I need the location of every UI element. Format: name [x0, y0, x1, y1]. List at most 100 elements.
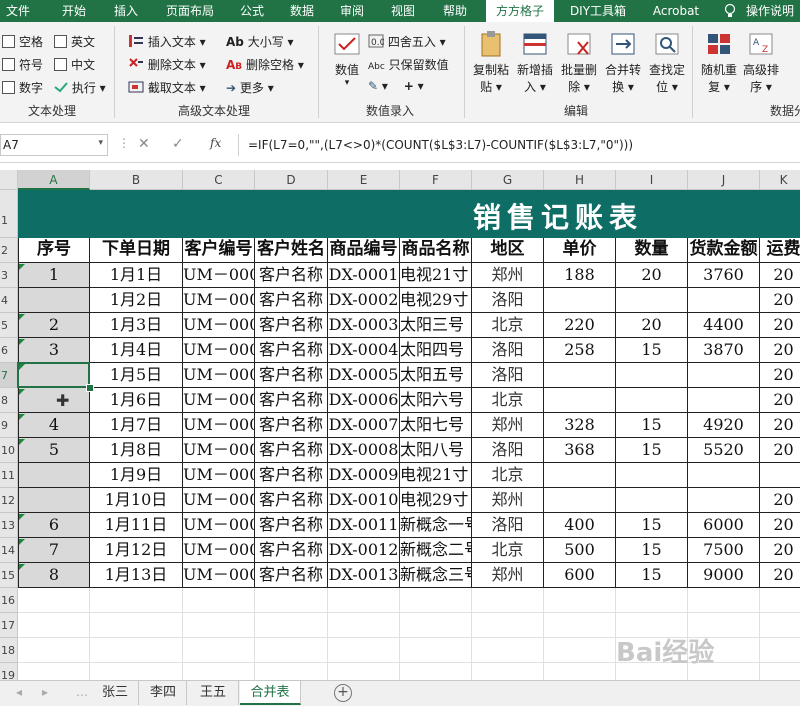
- row-header[interactable]: 7: [0, 363, 18, 388]
- column-header[interactable]: E: [328, 170, 400, 190]
- table-cell[interactable]: [688, 388, 760, 413]
- empty-cell[interactable]: [472, 613, 544, 638]
- row-header[interactable]: 1: [0, 190, 18, 238]
- empty-cell[interactable]: [328, 613, 400, 638]
- table-cell[interactable]: 太阳四号: [400, 338, 472, 363]
- table-cell[interactable]: UM－000: [183, 288, 255, 313]
- chevron-down-icon[interactable]: ▾: [98, 138, 103, 148]
- table-cell[interactable]: [688, 463, 760, 488]
- row-header[interactable]: 5: [0, 313, 18, 338]
- tab-insert[interactable]: 插入: [106, 0, 146, 22]
- table-cell[interactable]: 4400: [688, 313, 760, 338]
- table-cell[interactable]: 1月2日: [90, 288, 183, 313]
- table-cell[interactable]: [18, 288, 90, 313]
- empty-cell[interactable]: [18, 663, 90, 680]
- table-cell[interactable]: 3870: [688, 338, 760, 363]
- value-button[interactable]: 数值 ▾: [332, 30, 362, 88]
- row-header[interactable]: 18: [0, 638, 18, 663]
- tab-review[interactable]: 审阅: [332, 0, 372, 22]
- table-cell[interactable]: 客户名称: [255, 463, 328, 488]
- table-cell[interactable]: 20: [760, 413, 800, 438]
- advanced-sort-button[interactable]: AZ 高级排 序 ▾: [742, 30, 780, 95]
- table-cell[interactable]: UM－000: [183, 563, 255, 588]
- table-cell[interactable]: 洛阳: [472, 363, 544, 388]
- table-cell[interactable]: 1月8日: [90, 438, 183, 463]
- empty-cell[interactable]: [183, 588, 255, 613]
- table-cell[interactable]: UM－000: [183, 488, 255, 513]
- find-locate-button[interactable]: 查找定 位 ▾: [648, 30, 686, 95]
- checkbox-symbol[interactable]: 符号: [2, 56, 43, 73]
- empty-cell[interactable]: [90, 663, 183, 680]
- tab-formulas[interactable]: 公式: [232, 0, 272, 22]
- tab-view[interactable]: 视图: [383, 0, 423, 22]
- empty-cell[interactable]: [90, 588, 183, 613]
- empty-cell[interactable]: [760, 613, 800, 638]
- table-cell[interactable]: UM－000: [183, 513, 255, 538]
- empty-cell[interactable]: [18, 638, 90, 663]
- table-cell[interactable]: 北京: [472, 388, 544, 413]
- table-cell[interactable]: 客户名称: [255, 338, 328, 363]
- table-cell[interactable]: 电视21寸: [400, 263, 472, 288]
- case-button[interactable]: Ab 大小写 ▾: [226, 33, 294, 50]
- empty-cell[interactable]: [255, 638, 328, 663]
- table-cell[interactable]: DX-0009: [328, 463, 400, 488]
- tab-data[interactable]: 数据: [282, 0, 322, 22]
- empty-cell[interactable]: [688, 588, 760, 613]
- empty-cell[interactable]: [328, 588, 400, 613]
- table-cell[interactable]: 20: [760, 563, 800, 588]
- column-header[interactable]: D: [255, 170, 328, 190]
- row-header[interactable]: 14: [0, 538, 18, 563]
- table-cell[interactable]: DX-0010: [328, 488, 400, 513]
- tab-page-layout[interactable]: 页面布局: [158, 0, 222, 22]
- tab-file[interactable]: 文件: [0, 0, 36, 22]
- table-cell[interactable]: 洛阳: [472, 338, 544, 363]
- table-cell[interactable]: 20: [760, 313, 800, 338]
- table-cell[interactable]: 7: [18, 538, 90, 563]
- table-cell[interactable]: 5: [18, 438, 90, 463]
- table-cell[interactable]: 15: [616, 513, 688, 538]
- empty-cell[interactable]: [183, 638, 255, 663]
- empty-cell[interactable]: [544, 613, 616, 638]
- delete-spaces-button[interactable]: AB 删除空格 ▾: [226, 56, 304, 73]
- table-cell[interactable]: 1月7日: [90, 413, 183, 438]
- table-cell[interactable]: 20: [760, 338, 800, 363]
- table-cell[interactable]: 客户名称: [255, 388, 328, 413]
- empty-cell[interactable]: [255, 588, 328, 613]
- row-header[interactable]: 3: [0, 263, 18, 288]
- table-cell[interactable]: 20: [760, 513, 800, 538]
- table-cell[interactable]: [544, 388, 616, 413]
- scroll-right-icon[interactable]: ▸: [42, 685, 48, 699]
- table-cell[interactable]: 3: [18, 338, 90, 363]
- table-cell[interactable]: UM－000: [183, 263, 255, 288]
- table-cell[interactable]: UM－000: [183, 313, 255, 338]
- table-cell[interactable]: [760, 463, 800, 488]
- tab-home[interactable]: 开始: [52, 0, 96, 22]
- empty-cell[interactable]: [760, 663, 800, 680]
- insert-text-button[interactable]: 插入文本 ▾: [128, 33, 206, 51]
- table-cell[interactable]: 客户名称: [255, 438, 328, 463]
- lightbulb-icon[interactable]: [720, 0, 740, 22]
- table-cell[interactable]: 电视21寸: [400, 463, 472, 488]
- table-cell[interactable]: 7500: [688, 538, 760, 563]
- keep-values-button[interactable]: Abc 只保留数值: [368, 56, 449, 73]
- table-cell[interactable]: 客户名称: [255, 488, 328, 513]
- worksheet-grid[interactable]: A B C D E F G H I J K 1 2 3 4 5 6 7 8 9 10 11 12 13 14 15 16 17 18 19…: [0, 170, 800, 680]
- row-header[interactable]: 2: [0, 238, 18, 263]
- table-cell[interactable]: UM－000: [183, 538, 255, 563]
- empty-cell[interactable]: [255, 613, 328, 638]
- more-sheets-icon[interactable]: …: [76, 685, 88, 699]
- table-cell[interactable]: DX-0004: [328, 338, 400, 363]
- add-sheet-icon[interactable]: +: [334, 684, 352, 702]
- table-cell[interactable]: 1月4日: [90, 338, 183, 363]
- table-cell[interactable]: DX-0011: [328, 513, 400, 538]
- table-cell[interactable]: 15: [616, 413, 688, 438]
- table-cell[interactable]: 20: [760, 288, 800, 313]
- table-cell[interactable]: 1月9日: [90, 463, 183, 488]
- row-header[interactable]: 11: [0, 463, 18, 488]
- table-cell[interactable]: 1月11日: [90, 513, 183, 538]
- table-cell[interactable]: 6: [18, 513, 90, 538]
- table-cell[interactable]: [616, 488, 688, 513]
- column-header[interactable]: G: [472, 170, 544, 190]
- table-cell[interactable]: 太阳六号: [400, 388, 472, 413]
- table-cell[interactable]: 北京: [472, 538, 544, 563]
